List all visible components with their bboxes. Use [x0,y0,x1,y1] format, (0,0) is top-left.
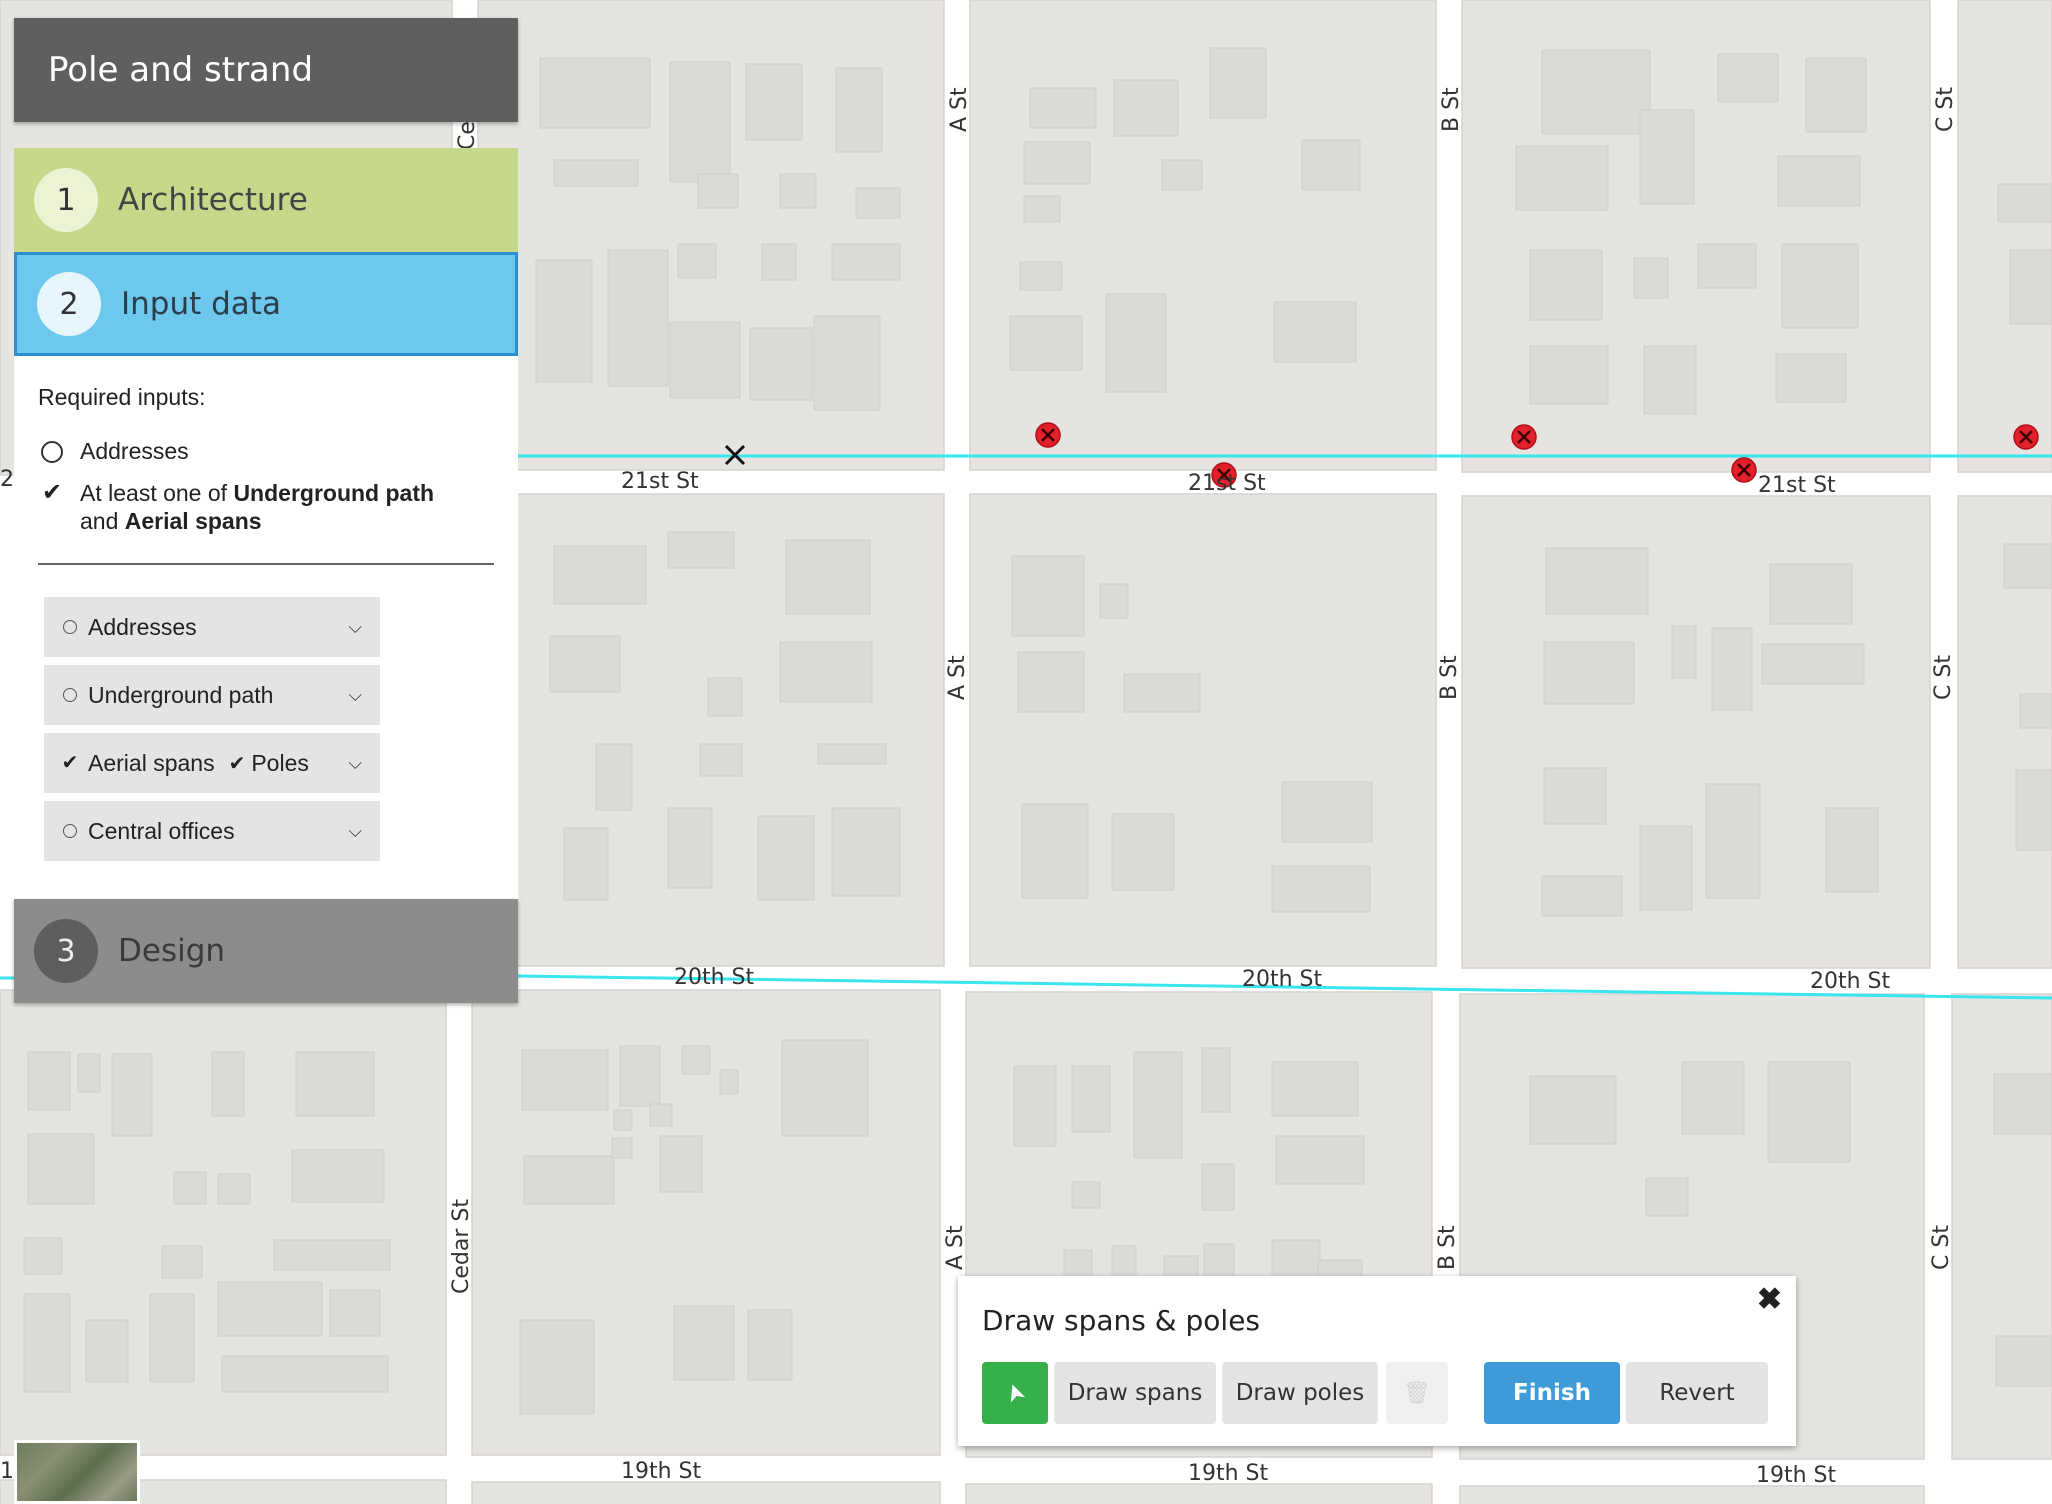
pole-icon[interactable] [1511,424,1537,450]
street-label-19th-3: 19th St [1756,1463,1837,1488]
draw-spans-poles-panel: Draw spans & poles ✖ ➤ Draw spans Draw p… [958,1276,1796,1446]
street-label-cedar-2: Cedar St [449,1199,474,1294]
requirement-label: Addresses [80,438,189,464]
step-input-data[interactable]: 2 Input data [14,252,518,356]
trash-icon: 🗑 [1403,1380,1431,1406]
street-label-c-3: C St [1929,1225,1954,1270]
chevron-down-icon[interactable]: ⌵ [348,685,362,706]
street-label-a-2: A St [945,655,970,700]
step-label: Input data [121,286,281,322]
layer-addresses[interactable]: Addresses ⌵ [44,597,380,657]
checkmark-icon: ✔ [228,752,246,775]
layer-underground-path[interactable]: Underground path ⌵ [44,665,380,725]
empty-circle-icon [41,441,63,463]
app-title: Pole and strand [14,18,518,122]
draw-poles-button[interactable]: Draw poles [1222,1362,1378,1424]
street-label-edge-bottom: 1 [0,1459,14,1484]
step-number: 1 [34,168,98,232]
checkmark-icon: ✔ [41,479,63,506]
street-label-20th-3: 20th St [1810,969,1891,994]
chevron-down-icon[interactable]: ⌵ [348,821,362,842]
street-label-20th-1: 20th St [674,965,755,990]
street-label-a-1: A St [947,87,972,132]
street-label-20th-2: 20th St [1242,967,1323,992]
pole-icon[interactable] [1035,422,1061,448]
draw-panel-title: Draw spans & poles [982,1304,1261,1337]
draw-spans-button[interactable]: Draw spans [1054,1362,1216,1424]
empty-circle-icon [63,688,77,702]
chevron-down-icon[interactable]: ⌵ [348,617,362,638]
close-icon[interactable]: ✖ [1757,1282,1782,1317]
layer-central-offices[interactable]: Central offices ⌵ [44,801,380,861]
street-label-19th-2: 19th St [1188,1461,1269,1486]
pole-icon[interactable] [2013,424,2039,450]
street-label-edge-top: 2 [0,467,14,492]
layer-label: Central offices [88,817,235,844]
required-inputs-title: Required inputs: [38,384,206,410]
requirement-path-or-spans: ✔ At least one of Underground path and A… [38,479,494,535]
delete-button[interactable]: 🗑 [1386,1362,1448,1424]
checkmark-icon: ✔ [61,752,79,774]
layer-label: Aerial spans [88,749,215,776]
street-label-b-3: B St [1435,1225,1460,1270]
step-label: Design [118,933,226,969]
step-number: 3 [34,919,98,983]
finish-button[interactable]: Finish [1484,1362,1620,1424]
street-label-c-2: C St [1931,655,1956,700]
input-data-body: Required inputs: Addresses ✔ At least on… [14,356,518,899]
revert-button[interactable]: Revert [1626,1362,1768,1424]
divider [38,563,494,565]
street-label-21st-3: 21st St [1758,473,1836,498]
requirement-addresses: Addresses [38,437,494,465]
select-tool-button[interactable]: ➤ [982,1362,1048,1424]
street-label-b-2: B St [1437,655,1462,700]
street-label-19th-1: 19th St [621,1459,702,1484]
empty-circle-icon [63,620,77,634]
cursor-arrow-icon: ➤ [998,1378,1032,1408]
satellite-basemap-toggle[interactable] [14,1440,140,1504]
requirement-label: At least one of Underground path and Aer… [80,480,435,534]
layer-label: Addresses [88,613,197,640]
pole-icon[interactable] [1731,457,1757,483]
layer-aerial-spans[interactable]: ✔ Aerial spans ✔ Poles ⌵ [44,733,380,793]
empty-circle-icon [63,824,77,838]
step-number: 2 [37,272,101,336]
street-label-a-3: A St [943,1225,968,1270]
step-architecture[interactable]: 1 Architecture [14,148,518,252]
chevron-down-icon[interactable]: ⌵ [348,753,362,774]
street-label-c-1: C St [1933,87,1958,132]
step-label: Architecture [118,182,308,218]
step-design[interactable]: 3 Design [14,899,518,1003]
street-label-21st-1: 21st St [621,469,699,494]
workflow-panel: Pole and strand 1 Architecture 2 Input d… [14,18,518,1003]
layer-label: Underground path [88,681,274,708]
layer-sub-label: Poles [251,749,309,776]
street-label-b-1: B St [1439,87,1464,132]
street-label-21st-2: 21st St [1188,471,1266,496]
